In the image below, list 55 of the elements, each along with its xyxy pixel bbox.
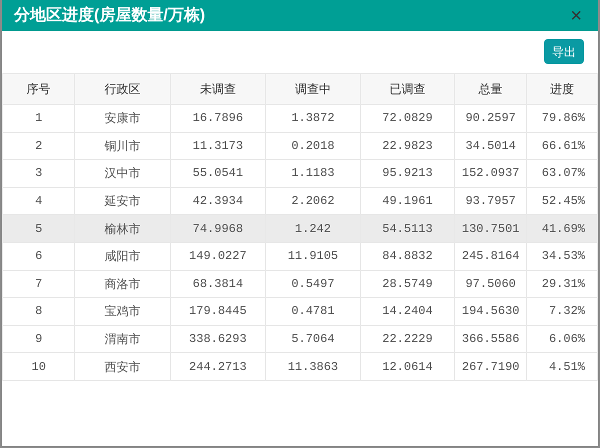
table-cell: 11.3863 xyxy=(266,352,360,380)
table-row[interactable]: 3 汉中市 55.0541 1.1183 95.9213 152.0937 63.07% xyxy=(2,160,598,188)
table-cell: 79.86% xyxy=(526,104,598,132)
table-row[interactable]: 6 咸阳市 149.0227 11.9105 84.8832 245.8164 34.53% xyxy=(2,242,598,270)
close-button[interactable]: × xyxy=(570,6,586,26)
table-cell: 咸阳市 xyxy=(74,242,170,270)
table-cell: 12.0614 xyxy=(360,352,455,380)
table-cell: 95.9213 xyxy=(360,160,455,188)
table-cell: 7.32% xyxy=(526,298,598,326)
table-row[interactable]: 5 榆林市 74.9968 1.242 54.5113 130.7501 41.69% xyxy=(2,214,598,242)
table-cell: 4.51% xyxy=(526,352,598,380)
table-cell: 267.7190 xyxy=(454,352,527,380)
table-row[interactable]: 7 商洛市 68.3814 0.5497 28.5749 97.5060 29.31% xyxy=(2,270,598,298)
table-cell: 245.8164 xyxy=(454,242,527,270)
table-cell: 130.7501 xyxy=(454,214,527,242)
table-cell: 84.8832 xyxy=(360,242,455,270)
table-row[interactable]: 2 铜川市 11.3173 0.2018 22.9823 34.5014 66.61% xyxy=(2,132,598,160)
table-cell: 90.2597 xyxy=(454,104,527,132)
table-cell: 63.07% xyxy=(526,160,598,188)
column-header: 序号 xyxy=(2,74,75,104)
table-cell: 1.1183 xyxy=(266,160,360,188)
table-cell: 179.8445 xyxy=(170,298,266,326)
table-cell: 1.3872 xyxy=(266,104,360,132)
table-cell: 1.242 xyxy=(266,214,360,242)
table-cell: 安康市 xyxy=(74,104,170,132)
table-cell: 41.69% xyxy=(526,214,598,242)
table-cell: 72.0829 xyxy=(360,104,455,132)
dialog-title: 分地区进度(房屋数量/万栋) xyxy=(14,5,206,26)
table-row[interactable]: 9 渭南市 338.6293 5.7064 22.2229 366.5586 6.06% xyxy=(2,325,598,353)
table-cell: 149.0227 xyxy=(170,242,266,270)
table-cell: 5 xyxy=(2,214,75,242)
table-cell: 汉中市 xyxy=(74,160,170,188)
table-cell: 西安市 xyxy=(74,352,170,380)
table-cell: 8 xyxy=(2,298,75,326)
table-cell: 14.2404 xyxy=(360,298,455,326)
table-cell: 宝鸡市 xyxy=(74,298,170,326)
table-cell: 34.53% xyxy=(526,242,598,270)
table-cell: 16.7896 xyxy=(170,104,266,132)
table-row[interactable]: 10 西安市 244.2713 11.3863 12.0614 267.7190 4.51% xyxy=(2,352,598,380)
table-cell: 6 xyxy=(2,242,75,270)
table-cell: 152.0937 xyxy=(454,160,527,188)
table-cell: 3 xyxy=(2,160,75,188)
table-cell: 榆林市 xyxy=(74,214,170,242)
table-cell: 10 xyxy=(2,352,75,380)
table-cell: 55.0541 xyxy=(170,160,266,188)
table-cell: 1 xyxy=(2,104,75,132)
table-cell: 194.5630 xyxy=(454,298,527,326)
table-row[interactable]: 1 安康市 16.7896 1.3872 72.0829 90.2597 79.86% xyxy=(2,104,598,132)
table-cell: 0.4781 xyxy=(266,298,360,326)
table-cell: 244.2713 xyxy=(170,352,266,380)
table-cell: 11.9105 xyxy=(266,242,360,270)
table-row[interactable]: 8 宝鸡市 179.8445 0.4781 14.2404 194.5630 7.32% xyxy=(2,298,598,326)
table-cell: 74.9968 xyxy=(170,214,266,242)
table-cell: 54.5113 xyxy=(360,214,455,242)
table-row[interactable]: 4 延安市 42.3934 2.2062 49.1961 93.7957 52.45% xyxy=(2,187,598,215)
